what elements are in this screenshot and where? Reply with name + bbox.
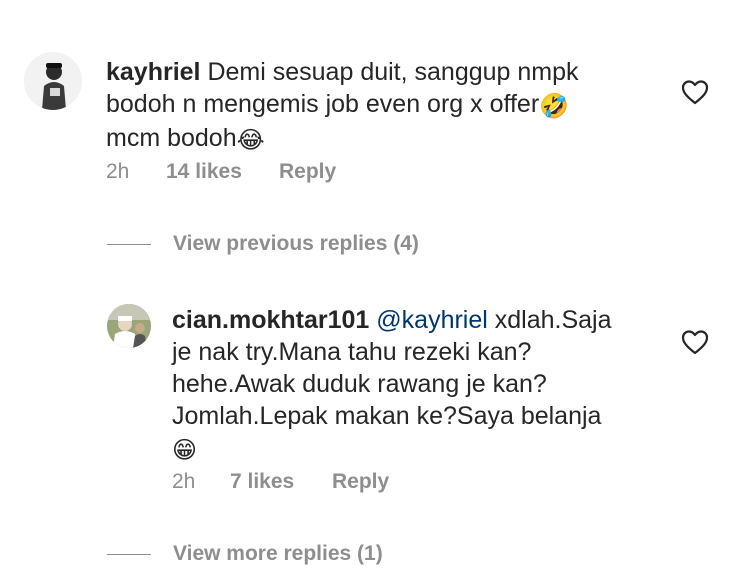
comment-line: mcm bodoh xyxy=(106,124,237,152)
view-more-replies-label: View more replies (1) xyxy=(173,542,383,565)
comment-line: bodoh n mengemis job even org x offer xyxy=(106,90,540,118)
comment-meta: 2h 14 likes Reply xyxy=(106,160,336,184)
divider-line xyxy=(107,243,151,245)
comment-line: Demi sesuap duit, sanggup nmpk xyxy=(207,58,579,86)
tears-of-joy-emoji: 😂 xyxy=(236,126,265,154)
rolling-laughing-emoji: 🤣 xyxy=(539,92,570,120)
avatar[interactable] xyxy=(107,304,151,348)
comment-cian-mokhtar101: cian.mokhtar101 @kayhriel xdlah.Saja je … xyxy=(0,290,750,500)
likes-count[interactable]: 14 likes xyxy=(166,160,279,184)
mention-link[interactable]: @kayhriel xyxy=(376,306,488,334)
reply-button[interactable]: Reply xyxy=(279,160,336,184)
comment-line: xdlah.Saja xyxy=(494,306,612,334)
divider-line xyxy=(107,553,151,555)
comment-meta: 2h 7 likes Reply xyxy=(172,470,389,494)
comment-text: kayhriel Demi sesuap duit, sanggup nmpk … xyxy=(106,56,646,156)
comment-line: je nak try.Mana tahu rezeki kan? xyxy=(172,338,532,366)
comment-text: cian.mokhtar101 @kayhriel xdlah.Saja je … xyxy=(172,304,662,466)
username[interactable]: cian.mokhtar101 xyxy=(172,306,369,334)
comment-kayhriel: kayhriel Demi sesuap duit, sanggup nmpk … xyxy=(0,0,750,200)
view-previous-replies-label: View previous replies (4) xyxy=(173,232,419,255)
timestamp: 2h xyxy=(106,160,130,183)
heart-icon[interactable] xyxy=(681,79,709,105)
timestamp: 2h xyxy=(172,470,196,493)
comment-line: Jomlah.Lepak makan ke?Saya belanja xyxy=(172,402,602,430)
view-previous-replies-button[interactable]: View previous replies (4) xyxy=(107,232,419,256)
grinning-emoji: 😁 xyxy=(172,436,198,464)
reply-button[interactable]: Reply xyxy=(332,470,389,494)
comment-line: hehe.Awak duduk rawang je kan? xyxy=(172,370,547,398)
avatar[interactable] xyxy=(24,52,82,110)
likes-count[interactable]: 7 likes xyxy=(230,470,332,494)
view-more-replies-button[interactable]: View more replies (1) xyxy=(107,542,383,566)
heart-icon[interactable] xyxy=(681,329,709,355)
username[interactable]: kayhriel xyxy=(106,58,201,86)
